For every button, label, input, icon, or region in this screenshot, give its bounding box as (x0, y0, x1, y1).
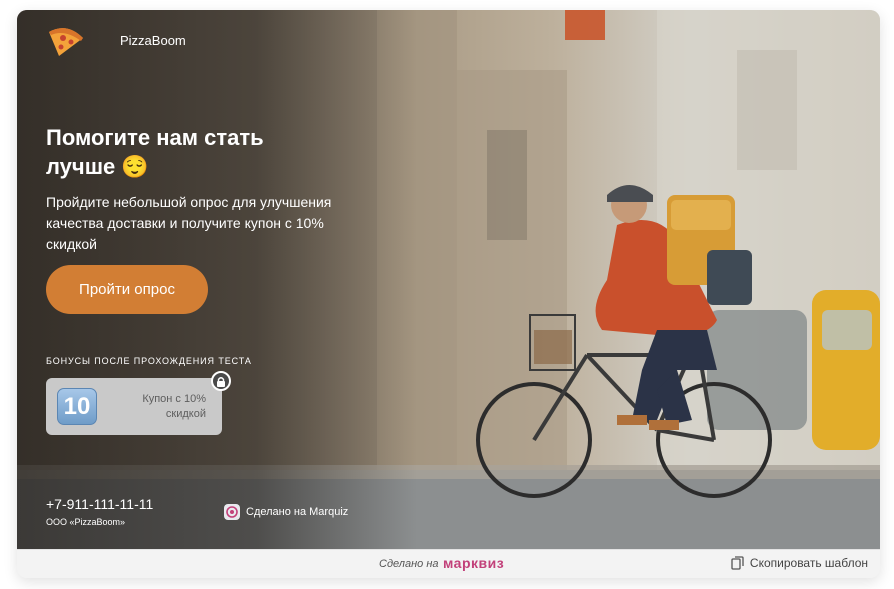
hero-section: PizzaBoom Помогите нам стать лучше 😌 Про… (17, 10, 880, 549)
page-subtitle: Пройдите небольшой опрос для улучшения к… (46, 194, 332, 252)
footer-bar: Сделано на марквиз Скопировать шаблон (17, 549, 880, 578)
page-title: Помогите нам стать лучше 😌 (46, 125, 264, 179)
copy-template-label: Скопировать шаблон (749, 556, 868, 570)
quiz-start-card: PizzaBoom Помогите нам стать лучше 😌 Про… (17, 10, 880, 578)
lock-icon (211, 371, 231, 391)
contact-phone[interactable]: +7-911-111-11-11 (46, 496, 153, 512)
copy-template-button[interactable]: Скопировать шаблон (731, 556, 868, 570)
pizza-logo-icon (49, 28, 83, 56)
marquiz-logo-link[interactable]: марквиз (443, 555, 504, 571)
made-with-marquiz-badge[interactable]: Сделано на Marquiz (224, 504, 348, 520)
made-on-label: Сделано на (379, 558, 439, 570)
coupon-number-badge: 10 (57, 388, 97, 425)
start-quiz-button[interactable]: Пройти опрос (46, 265, 208, 314)
marquiz-icon (224, 504, 240, 520)
brand-name: PizzaBoom (120, 33, 186, 48)
bonus-section-label: БОНУСЫ ПОСЛЕ ПРОХОЖДЕНИЯ ТЕСТА (46, 356, 252, 366)
coupon-text: Купон с 10% скидкой (142, 393, 206, 420)
coupon-card[interactable]: 10 Купон с 10% скидкой (46, 371, 231, 435)
company-name: ООО «PizzaBoom» (46, 517, 126, 527)
marquiz-badge-text: Сделано на Marquiz (246, 506, 349, 518)
copy-icon (731, 556, 744, 570)
